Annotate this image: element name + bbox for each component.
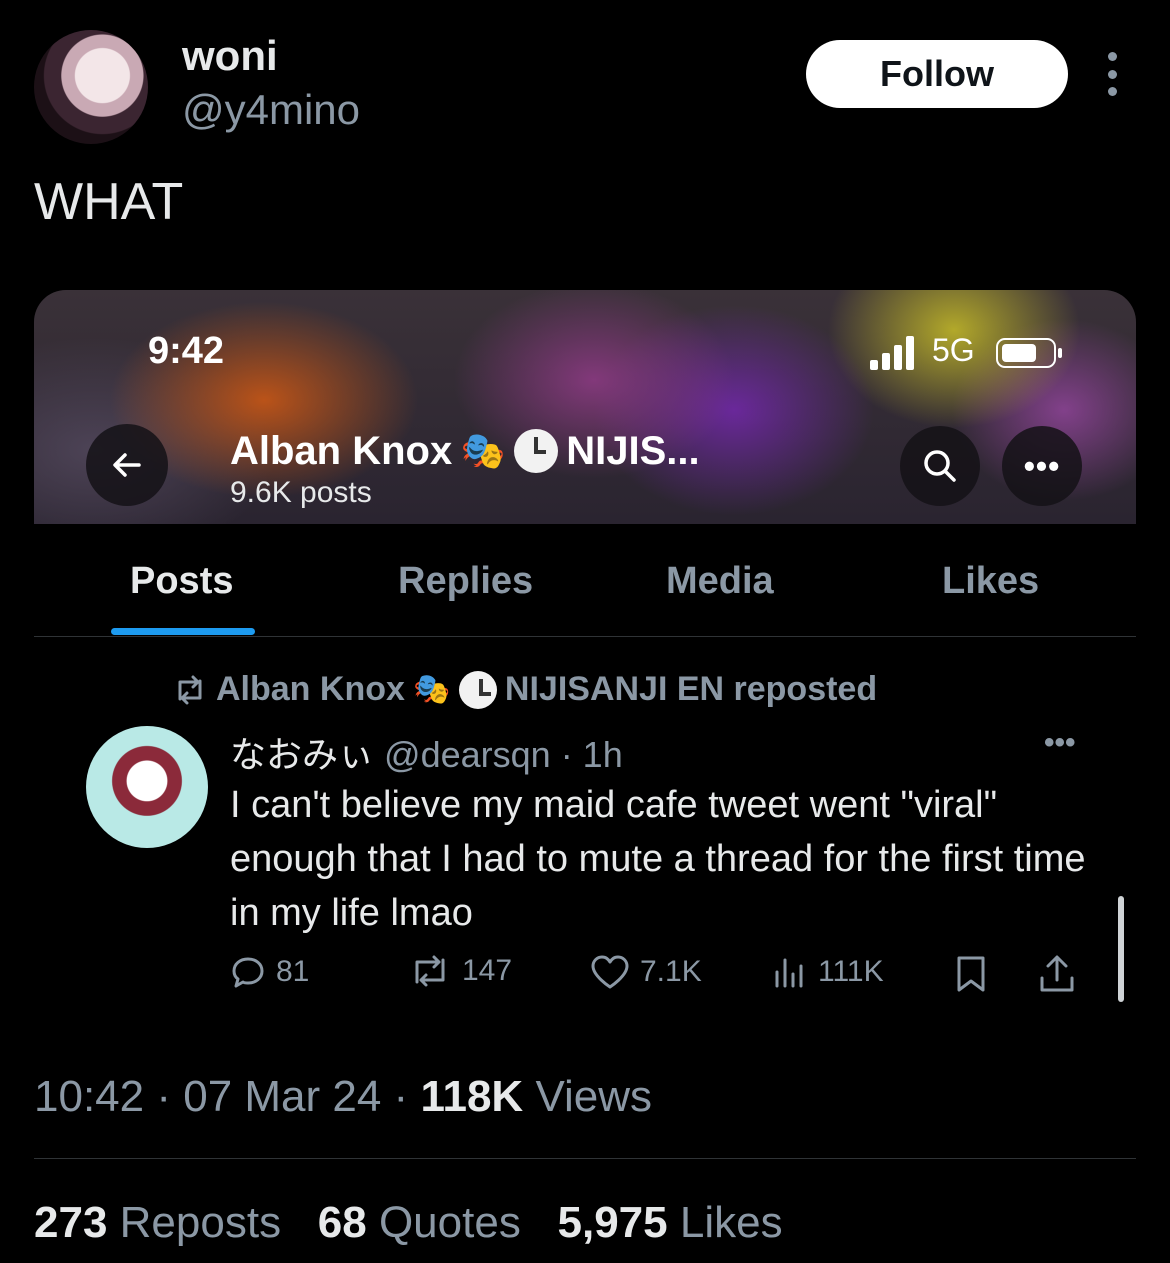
likes-value: 5,975 [557,1198,668,1247]
tweet-date: 07 Mar 24 [183,1072,382,1121]
repost-name: Alban Knox [216,670,405,708]
inner-author-handle: @dearsqn [384,734,551,775]
repost-count: 147 [462,954,513,987]
follow-button[interactable]: Follow [806,40,1068,108]
repost-action[interactable]: 147 [408,954,512,988]
views-count: 111K [818,955,884,988]
more-options-icon[interactable] [1100,52,1124,96]
profile-name: Alban Knox 🎭 NIJIS... [230,428,700,474]
repost-icon [415,955,445,987]
views-chart-icon [775,958,803,988]
search-icon [924,450,956,482]
reposts-value: 273 [34,1198,108,1247]
quotes-value: 68 [317,1198,367,1247]
share-icon [1040,955,1074,992]
reply-icon [232,957,264,988]
tab-likes[interactable]: Likes [942,560,1039,603]
back-button[interactable] [86,424,168,506]
inner-post-time: · 1h [560,734,623,775]
reply-action[interactable]: 81 [230,954,309,990]
tab-posts[interactable]: Posts [130,560,233,603]
stats-divider [34,1158,1136,1159]
author-display-name[interactable]: woni [182,32,278,80]
heart-icon [591,955,629,989]
quotes-stat[interactable]: 68 Quotes [318,1198,521,1247]
status-bar-time: 9:42 [148,330,225,372]
network-label: 5G [932,332,975,368]
views-count-value: 118K [420,1072,524,1121]
author-handle[interactable]: @y4mino [182,86,360,134]
scrollbar-thumb[interactable] [1118,896,1124,1002]
embedded-screenshot[interactable]: 9:42 5G Alban Knox 🎭 NIJIS... 9.6K posts… [34,290,1136,1050]
tweet-timestamp: 10:42 · 07 Mar 24 · 118K Views [34,1072,653,1121]
reposts-label: Reposts [119,1198,282,1247]
views-label: Views [535,1072,653,1121]
author-avatar[interactable] [34,30,148,144]
engagement-stats: 273 Reposts 68 Quotes 5,975 Likes [34,1198,783,1248]
inner-author-line[interactable]: なおみぃ @dearsqn · 1h [230,726,623,778]
views-action[interactable]: 111K [772,954,884,990]
like-count: 7.1K [640,955,702,988]
inner-author-avatar[interactable] [86,726,208,848]
reply-count: 81 [276,955,310,988]
signal-icon [870,336,914,370]
tab-media[interactable]: Media [666,560,774,603]
posts-count: 9.6K posts [230,476,372,509]
repost-icon [178,675,202,704]
tabs-divider [34,636,1136,637]
profile-name-suffix: NIJIS... [566,428,700,473]
search-button[interactable] [900,426,980,506]
battery-icon [996,338,1062,368]
masks-emoji-icon: 🎭 [460,430,506,471]
repost-context[interactable]: Alban Knox 🎭 NIJISANJI EN reposted [172,670,877,709]
share-action[interactable] [1038,954,1076,994]
clock-icon [514,429,559,473]
inner-more-icon[interactable]: ••• [1044,726,1076,760]
arrow-left-icon [113,453,141,477]
active-tab-indicator [111,628,255,635]
more-button[interactable]: ••• [1002,426,1082,506]
reposts-stat[interactable]: 273 Reposts [34,1198,281,1247]
masks-emoji-icon: 🎭 [413,673,451,706]
profile-name-text: Alban Knox [230,428,453,473]
like-action[interactable]: 7.1K [590,954,702,990]
tweet-time: 10:42 [34,1072,145,1121]
inner-post-text: I can't believe my maid cafe tweet went … [230,784,1086,934]
bookmark-action[interactable] [954,954,988,994]
tweet-text: WHAT [34,173,184,231]
likes-label: Likes [679,1198,783,1247]
bookmark-icon [957,956,985,992]
likes-stat[interactable]: 5,975 Likes [558,1198,783,1247]
clock-icon [458,670,497,709]
inner-author-name: なおみぃ [230,734,375,775]
tab-replies[interactable]: Replies [398,560,533,603]
quotes-label: Quotes [378,1198,521,1247]
repost-suffix: NIJISANJI EN reposted [504,670,878,708]
